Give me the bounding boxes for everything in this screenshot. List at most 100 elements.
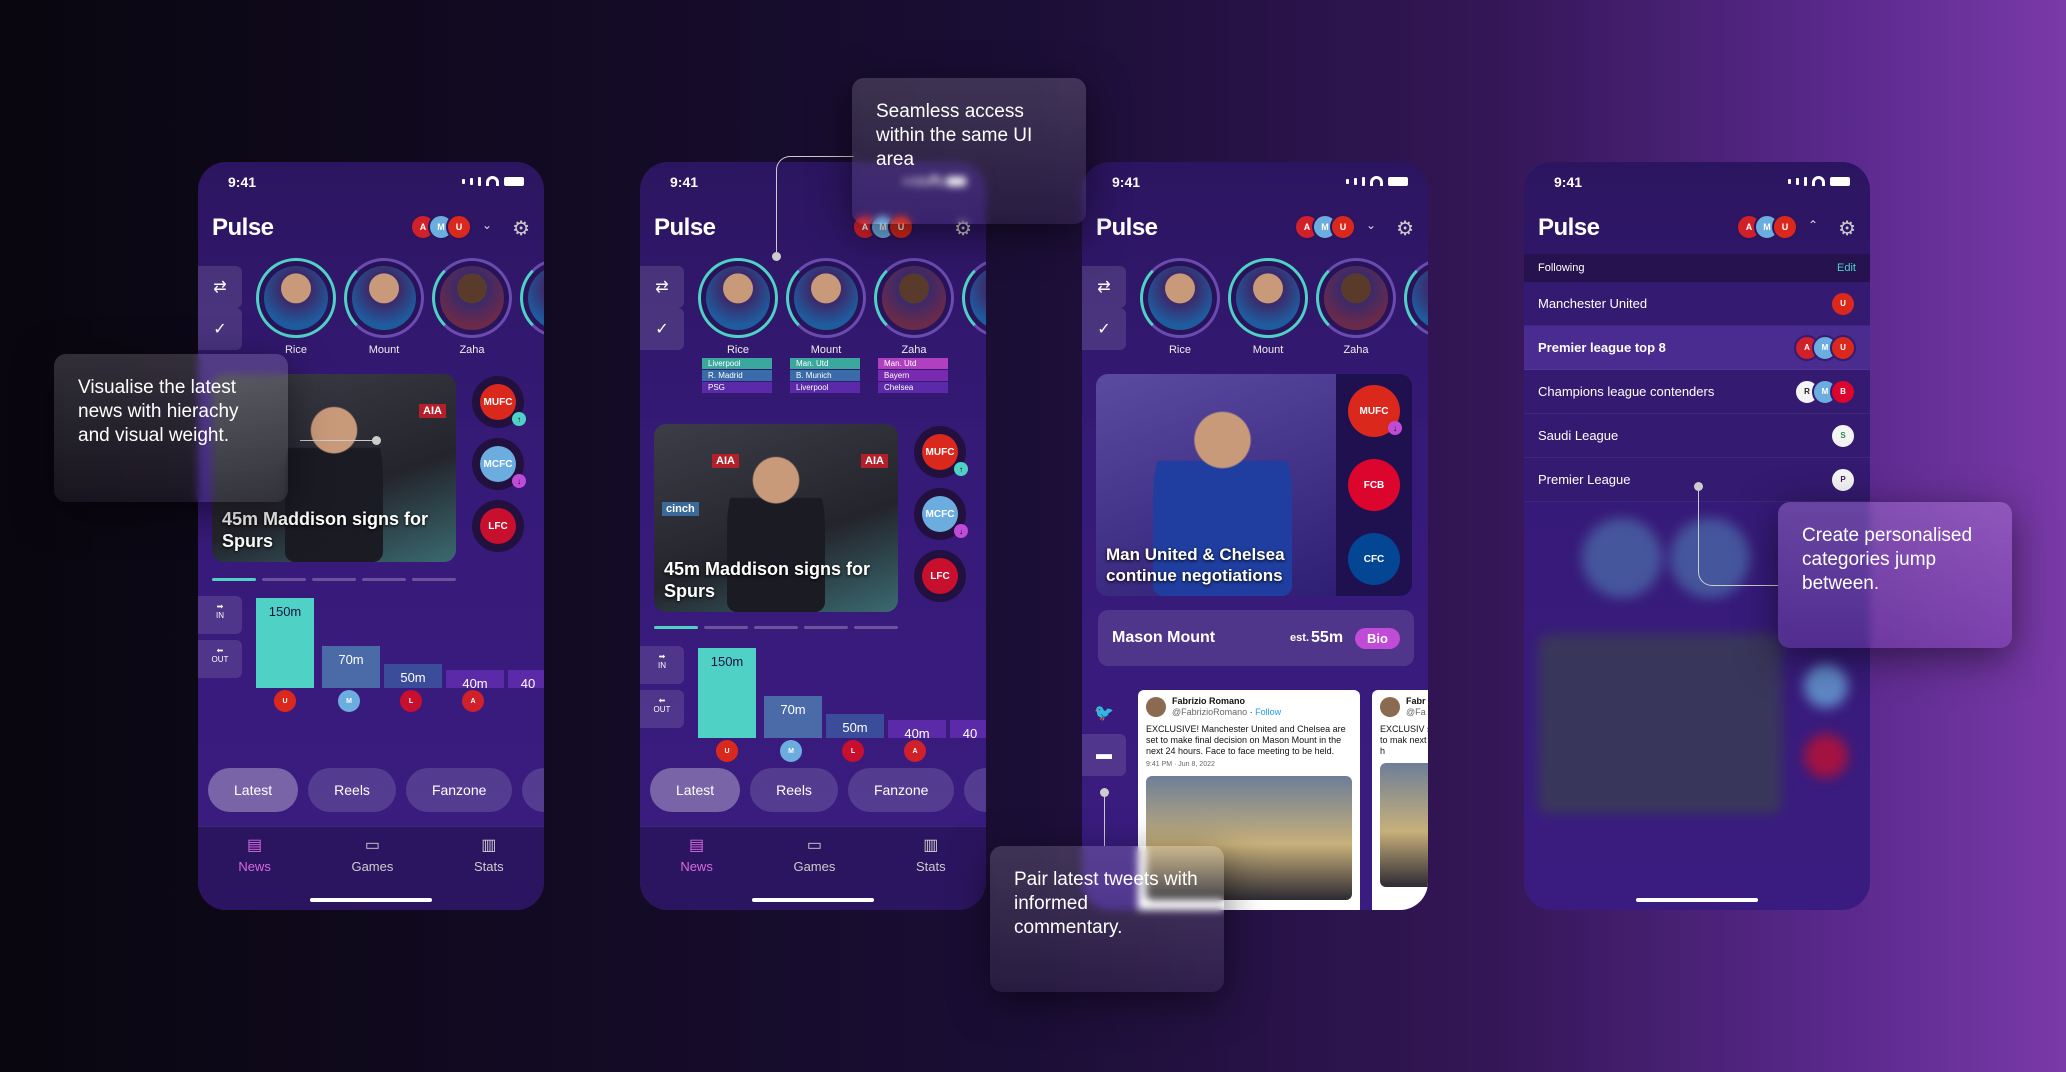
battery-icon [1388,176,1408,186]
news-headline: 45m Maddison signs for Spurs [664,559,871,601]
avatar [1380,697,1400,717]
man-city-club-icon[interactable]: MCFC ↓ [472,438,526,490]
player-zaha[interactable]: Zaha [1316,258,1396,356]
status-icons [1788,176,1850,186]
list-item[interactable]: Premier league top 8AMU [1524,326,1870,370]
man-utd-badge-icon: U [446,214,472,240]
avatar [882,266,946,330]
callout-categories: Create personalised categories jump betw… [1778,502,2012,648]
gear-icon[interactable]: ⚙ [512,216,530,241]
player-zaha[interactable]: Zaha [874,258,954,356]
battery-icon [504,176,524,186]
player-partial[interactable] [962,258,986,338]
status-time: 9:41 [1112,174,1141,190]
man-utd-club-icon[interactable]: MUFC ↓ [1348,385,1402,437]
list-item[interactable]: Champions league contenders R M B [1524,370,1870,414]
transfer-bar: 50m [826,714,884,738]
gear-icon[interactable]: ⚙ [1838,216,1856,241]
tab-news[interactable]: ▤ News [680,835,713,910]
club-column: MUFC ↓ FCB CFC [1336,374,1412,596]
edit-button[interactable]: Edit [1837,262,1856,274]
followed-clubs[interactable]: A M U [1294,214,1356,240]
list-item[interactable]: Premier League P [1524,458,1870,502]
tab-stats[interactable]: ▥ Stats [474,835,504,910]
transfer-bar: 40 [950,720,986,741]
est-prefix: est. [1290,632,1310,644]
status-icons [1346,176,1408,186]
followed-clubs[interactable]: A M U [410,214,472,240]
liverpool-mini-icon: L [400,690,422,712]
man-city-mini-icon: M [338,690,360,712]
app-logo: Pulse [654,214,716,241]
club-column: MUFC ↑ MCFC ↓ LFC [912,426,968,602]
player-rice[interactable]: Rice [1140,258,1220,356]
chevron-down-icon[interactable]: ⌄ [1366,218,1376,232]
chip-fanzone[interactable]: Fanzone [405,768,513,812]
avatar [1146,697,1166,717]
chevron-up-icon[interactable]: ⌃ [1808,218,1818,232]
avatar [1236,266,1300,330]
man-utd-club-icon[interactable]: MUFC ↑ [914,426,968,478]
check-icon[interactable]: ✓ [198,308,242,350]
player-partial[interactable] [1404,258,1428,338]
avatar [706,266,770,330]
player-mount[interactable]: Mount [344,258,424,356]
chip-partial[interactable]: Fa [522,768,544,812]
connector-line [776,156,854,258]
chelsea-club-icon[interactable]: CFC [1348,533,1400,585]
liverpool-club-icon[interactable]: LFC [472,500,524,552]
tweet-card[interactable]: Fabr@Fa EXCLUSIV set to mak next 24 h [1372,690,1428,910]
news-progress [654,626,898,629]
following-list: Following Edit Manchester United U Premier… [1524,254,1870,502]
twitter-icon[interactable]: 🐦 [1082,692,1126,734]
tab-news[interactable]: ▤ News [238,835,271,910]
transfer-out-toggle[interactable]: ⬅ OUT [198,640,242,678]
liverpool-club-icon[interactable]: LFC [914,550,966,602]
chip-reels[interactable]: Reels [750,768,838,812]
connector-line [1698,486,1778,586]
transfer-out-toggle[interactable]: ⬅ OUT [640,690,684,728]
transfer-bar: 40m [446,670,504,691]
zaha-links: Man. Utd Bayern Chelsea [878,358,948,393]
followed-clubs[interactable]: A M U [1736,214,1798,240]
player-mount[interactable]: Mount [1228,258,1308,356]
wifi-icon [1370,176,1383,186]
swap-icon[interactable]: ⇄ [1082,266,1126,308]
comment-icon[interactable]: ▬ [1082,734,1126,776]
chip-latest[interactable]: Latest [208,768,299,812]
tab-stats[interactable]: ▥ Stats [916,835,946,910]
list-item[interactable]: Saudi League S [1524,414,1870,458]
transfer-chart: ➡ IN ⬅ OUT 150m 70m 50m 40m 40 U M L A [198,592,544,712]
man-city-mini-icon: M [780,740,802,762]
check-icon[interactable]: ✓ [640,308,684,350]
callout-seamless: Seamless access within the same UI area [852,78,1086,224]
following-title: Following [1538,262,1585,274]
chip-fanzone[interactable]: Fanzone [847,768,955,812]
swap-icon[interactable]: ⇄ [640,266,684,308]
player-mount[interactable]: Mount [786,258,866,356]
gear-icon[interactable]: ⚙ [1396,216,1414,241]
news-progress [212,578,456,581]
bio-button[interactable]: Bio [1355,627,1400,649]
player-partial[interactable] [520,258,544,338]
player-rice[interactable]: Rice [256,258,336,356]
check-icon[interactable]: ✓ [1082,308,1126,350]
transfer-bar: 70m [764,696,822,738]
player-zaha[interactable]: Zaha [432,258,512,356]
chip-partial[interactable]: Fa [964,768,986,812]
transfer-in-toggle[interactable]: ➡ IN [198,596,242,634]
swap-icon[interactable]: ⇄ [198,266,242,308]
chevron-down-icon[interactable]: ⌄ [482,218,492,232]
transfer-in-toggle[interactable]: ➡ IN [640,646,684,684]
news-card-mount[interactable]: Man United & Chelsea continue negotiatio… [1096,374,1412,596]
man-city-club-icon[interactable]: MCFC ↓ [914,488,968,540]
transfer-bar: 150m [698,648,756,738]
chip-reels[interactable]: Reels [308,768,396,812]
player-transfer-bar[interactable]: Mason Mount est. 55m Bio [1098,610,1414,666]
list-item[interactable]: Manchester United U [1524,282,1870,326]
chip-latest[interactable]: Latest [650,768,741,812]
news-card-maddison[interactable]: AIA AIA cinch 45m Maddison signs for Spu… [654,424,898,612]
bayern-club-icon[interactable]: FCB [1348,459,1400,511]
player-rice[interactable]: Rice [698,258,778,356]
man-utd-club-icon[interactable]: MUFC ↑ [472,376,526,428]
